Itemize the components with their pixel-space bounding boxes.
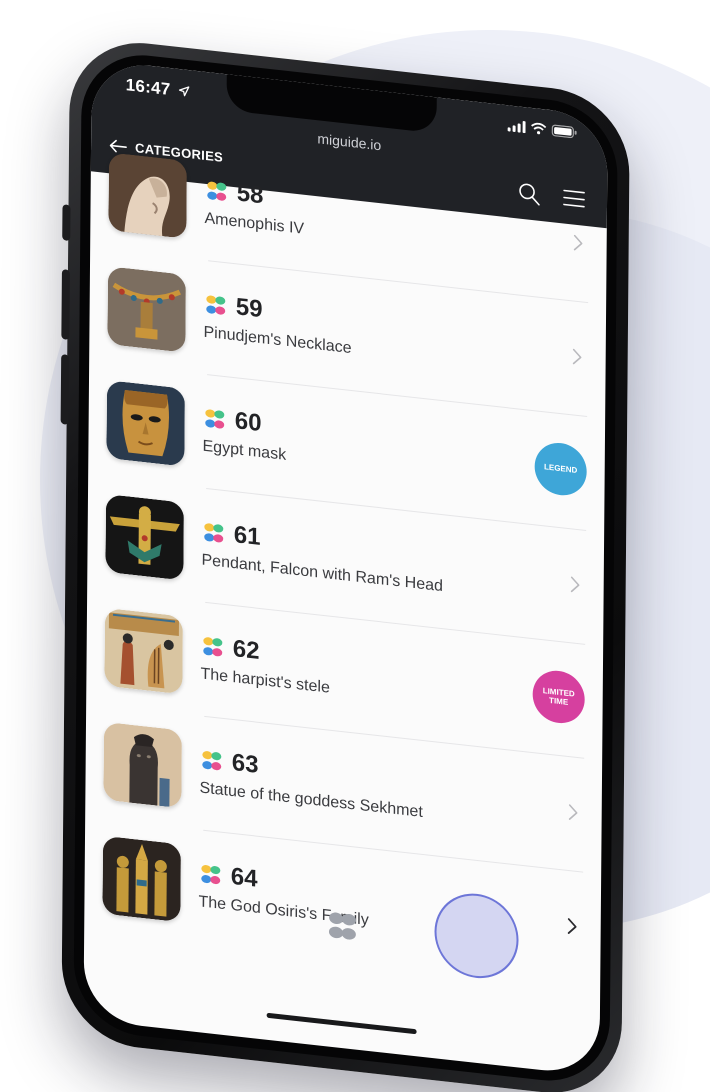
- falcon-pendant-image: [105, 493, 185, 581]
- phone-mockup: 16:47 miguide.io CATEGORIES 58 Amenophis…: [60, 35, 630, 1092]
- miguide-logo-grey-icon: [328, 912, 356, 940]
- miguide-footer-logo: [325, 907, 359, 950]
- chevron-right-icon: [573, 234, 583, 251]
- osiris-family-image: [102, 835, 182, 923]
- miguide-logo-icon: [203, 637, 223, 657]
- item-text: 60 Egypt mask: [202, 404, 534, 493]
- item-number: 64: [230, 862, 258, 893]
- location-arrow-icon: [178, 86, 190, 97]
- item-number: 59: [235, 293, 263, 324]
- chevron-right-icon: [568, 804, 578, 820]
- item-number: 61: [233, 521, 261, 552]
- item-number: 58: [236, 179, 264, 210]
- item-thumbnail: [105, 493, 185, 581]
- item-number: 60: [234, 407, 262, 438]
- battery-icon: [551, 124, 577, 139]
- necklace-image: [107, 266, 187, 353]
- item-number: 62: [232, 634, 260, 665]
- signal-icon: [507, 121, 526, 134]
- item-thumbnail: [107, 266, 187, 353]
- status-icons: [507, 119, 578, 139]
- status-time: 16:47: [126, 75, 190, 102]
- item-text: 59 Pinudjem's Necklace: [203, 290, 565, 382]
- legend-badge: LEGEND: [534, 440, 587, 498]
- limited-time-badge: LIMITED TIME: [532, 668, 585, 726]
- amenophis-image: [108, 152, 188, 239]
- chevron-right-icon: [567, 918, 577, 934]
- item-thumbnail: [106, 380, 186, 467]
- miguide-logo-icon: [202, 751, 222, 771]
- item-thumbnail: [104, 607, 184, 695]
- item-thumbnail: [103, 721, 183, 809]
- chevron-right-icon: [570, 576, 580, 593]
- app-showcase: 16:47 miguide.io CATEGORIES 58 Amenophis…: [0, 0, 710, 1092]
- item-text: 61 Pendant, Falcon with Ram's Head: [201, 518, 563, 610]
- wifi-icon: [531, 122, 547, 135]
- miguide-logo-icon: [201, 865, 221, 885]
- volume-down-button: [60, 354, 70, 425]
- item-text: 58 Amenophis IV: [204, 176, 566, 268]
- sekhmet-statue-image: [103, 721, 183, 809]
- item-text: 62 The harpist's stele: [200, 631, 532, 720]
- miguide-logo-icon: [206, 295, 226, 315]
- chevron-right-icon: [572, 348, 582, 365]
- item-text: 63 Statue of the goddess Sekhmet: [199, 745, 561, 837]
- miguide-logo-icon: [204, 523, 224, 543]
- phone-screen: 16:47 miguide.io CATEGORIES 58 Amenophis…: [83, 59, 608, 1077]
- item-thumbnail: [108, 152, 188, 239]
- item-number: 63: [231, 748, 259, 779]
- item-thumbnail: [102, 835, 182, 923]
- miguide-logo-icon: [205, 409, 225, 429]
- mute-switch: [62, 204, 71, 242]
- egypt-mask-image: [106, 380, 186, 467]
- miguide-logo-icon: [207, 181, 227, 201]
- volume-up-button: [61, 269, 70, 340]
- harpist-stele-image: [104, 607, 184, 695]
